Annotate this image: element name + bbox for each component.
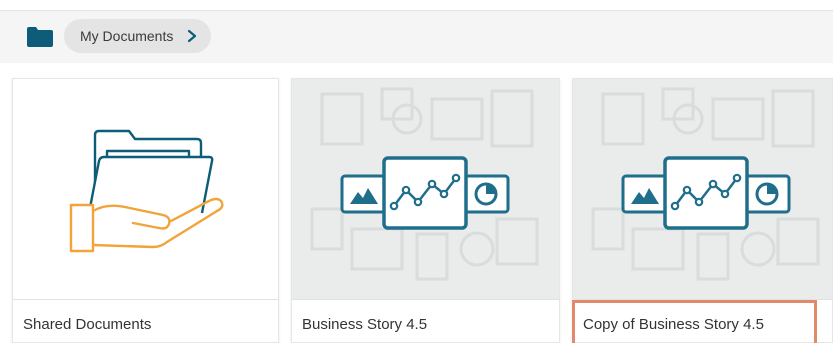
card-title: Business Story 4.5 (302, 316, 428, 333)
card-label-area: Business Story 4.5 (292, 299, 559, 342)
card-thumbnail (292, 79, 559, 299)
business-story-icon (621, 154, 791, 234)
card-label-area: Shared Documents (13, 299, 278, 342)
card-thumbnail (13, 79, 278, 299)
card-label-area: Copy of Business Story 4.5 (573, 299, 832, 342)
card-business-story[interactable]: Business Story 4.5 (291, 78, 560, 343)
card-title: Copy of Business Story 4.5 (583, 316, 764, 333)
card-copy-of-business-story[interactable]: Copy of Business Story 4.5 (572, 78, 833, 343)
chevron-right-icon (186, 29, 198, 43)
folder-icon[interactable] (27, 27, 53, 47)
breadcrumb-bar: My Documents (0, 10, 833, 63)
card-thumbnail (573, 79, 832, 299)
business-story-icon (340, 154, 510, 234)
card-title: Shared Documents (23, 316, 152, 333)
shared-folder-hand-icon (67, 127, 227, 257)
card-shared-documents[interactable]: Shared Documents (12, 78, 279, 343)
breadcrumb-my-documents[interactable]: My Documents (64, 19, 212, 53)
breadcrumb-label: My Documents (80, 28, 174, 44)
